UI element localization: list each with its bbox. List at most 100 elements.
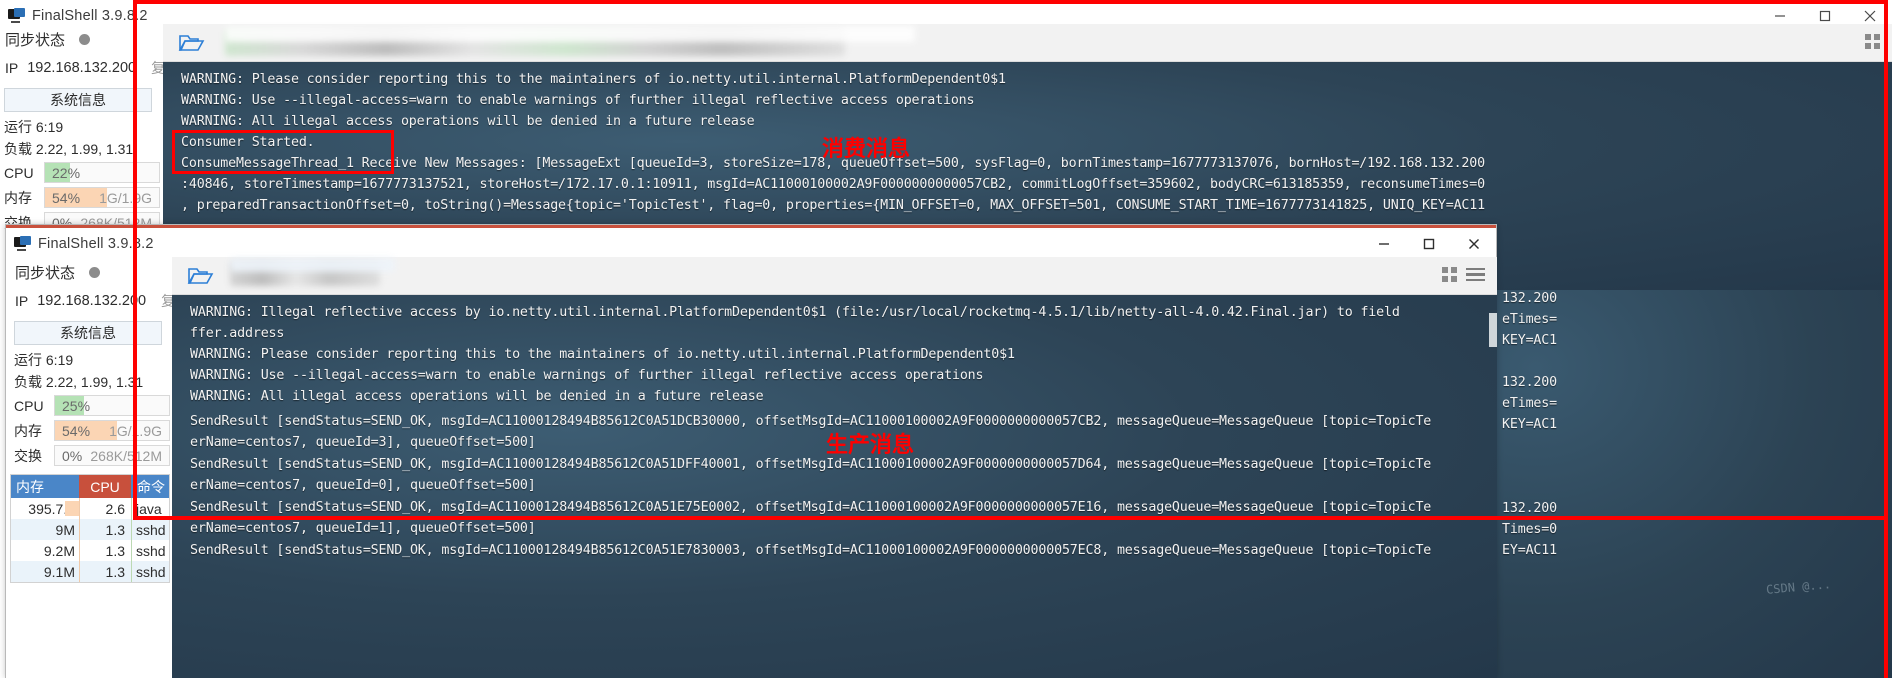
tab-highlight-blurred (230, 258, 395, 272)
process-table-header: 内存 CPU 命令 (11, 475, 169, 498)
terminal-line: erName=centos7, queueId=0], queueOffset=… (190, 478, 536, 493)
cell-cpu: 1.3 (79, 540, 131, 561)
grid-view-icon[interactable] (1442, 267, 1457, 282)
terminal-line: ffer.address (190, 326, 285, 341)
app-title: FinalShell 3.9.8.2 (38, 235, 154, 252)
monitor-icon (8, 8, 25, 23)
terminal-line: :40846, storeTimestamp=1677773137521, st… (181, 177, 1485, 192)
minimize-button[interactable] (1361, 228, 1406, 259)
cell-memory: 395.7... (11, 498, 79, 519)
grid-view-icon[interactable] (1865, 34, 1880, 49)
fragment-line: 132.200 (1502, 291, 1557, 306)
cpu-meter: 22% (44, 162, 160, 183)
terminal-line: WARNING: Please consider reporting this … (181, 72, 1006, 87)
table-row[interactable]: 9.1M 1.3 sshd (11, 561, 169, 582)
scrollbar-thumb[interactable] (1489, 313, 1497, 347)
ip-value: 192.168.132.200 (27, 60, 137, 76)
uptime-row: 运行 6:19 (4, 119, 64, 135)
memory-meter-value: 54% (52, 189, 81, 206)
terminal-output-bottom[interactable]: WARNING: Illegal reflective access by io… (172, 295, 1497, 678)
cell-memory: 9.1M (43, 563, 75, 580)
terminal-pane-bottom: WARNING: Illegal reflective access by io… (172, 257, 1497, 678)
terminal-line: SendResult [sendStatus=SEND_OK, msgId=AC… (190, 457, 1432, 472)
title-left-bottom: FinalShell 3.9.8.2 (6, 236, 154, 252)
terminal-line: Consumer Started. (181, 135, 315, 150)
cell-cpu: 1.3 (79, 519, 131, 540)
swap-meter-value: 0% (62, 447, 83, 464)
sync-status-dot (79, 33, 91, 45)
close-button[interactable] (1451, 228, 1496, 259)
terminal-line: WARNING: Please consider reporting this … (190, 347, 1015, 362)
fragment-line: 132.200 (1502, 501, 1557, 516)
swap-meter-detail: 268K/512M (90, 447, 162, 464)
terminal-line: SendResult [sendStatus=SEND_OK, msgId=AC… (190, 500, 1432, 515)
cell-command: java (131, 498, 169, 519)
cpu-meter-label: CPU (4, 164, 34, 181)
cell-memory: 9.2M (43, 542, 75, 559)
swap-meter-row: 交换 0% 268K/512M (10, 443, 170, 468)
table-row[interactable]: 9M 1.3 sshd (11, 519, 169, 540)
table-row[interactable]: 9.2M 1.3 sshd (11, 540, 169, 561)
screenshot-root: FinalShell 3.9.8.2 同步状态 IP 192.168.132.2… (0, 0, 1892, 678)
folder-open-icon[interactable] (177, 31, 205, 55)
terminal-line: WARNING: All illegal access operations w… (190, 389, 764, 404)
column-header-command[interactable]: 命令 (131, 475, 169, 498)
process-table: 内存 CPU 命令 395.7... 2.6 java 9M 1.3 sshd … (10, 474, 170, 583)
cpu-meter-value: 22% (52, 164, 81, 181)
terminal-line: ConsumeMessageThread_1 Receive New Messa… (181, 156, 1485, 171)
system-info-button[interactable]: 系统信息 (14, 321, 162, 345)
ip-row: IP 192.168.132.200 复制 (10, 287, 189, 315)
ip-label: IP (15, 293, 29, 309)
app-title: FinalShell 3.9.8.2 (32, 7, 148, 24)
tabbar-top (163, 24, 1892, 62)
terminal-line: SendResult [sendStatus=SEND_OK, msgId=AC… (190, 414, 1432, 429)
terminal-line: WARNING: Use --illegal-access=warn to en… (181, 93, 975, 108)
fragment-line: eTimes= (1502, 312, 1557, 327)
terminal-line: SendResult [sendStatus=SEND_OK, msgId=AC… (190, 543, 1432, 558)
memory-meter: 54% 1G/1.9G (44, 187, 160, 208)
terminal-scrollbar[interactable] (1489, 295, 1497, 678)
cell-memory: 9M (55, 521, 75, 538)
fragment-line: eTimes= (1502, 396, 1557, 411)
tab-highlight-blurred (225, 26, 915, 42)
swap-meter: 0% 268K/512M (54, 445, 170, 466)
ip-row: IP 192.168.132.200 复制 (0, 54, 179, 82)
terminal-line: WARNING: All illegal access operations w… (181, 114, 755, 129)
load-average-row: 负载 2.22, 1.99, 1.31 (4, 141, 134, 157)
system-info-button[interactable]: 系统信息 (4, 88, 152, 112)
column-header-cpu[interactable]: CPU (79, 475, 131, 498)
uptime-row: 运行 6:19 (14, 352, 74, 368)
memory-meter-label: 内存 (4, 189, 32, 206)
folder-open-icon[interactable] (186, 264, 214, 288)
terminal-line: WARNING: Use --illegal-access=warn to en… (190, 368, 984, 383)
cell-command: sshd (131, 519, 169, 540)
column-header-memory[interactable]: 内存 (11, 475, 79, 498)
swap-meter-label: 交换 (14, 447, 42, 464)
memory-meter: 54% 1G/1.9G (54, 420, 170, 441)
terminal-right-fragments: 132.200 eTimes= KEY=AC1 132.200 eTimes= … (1496, 290, 1892, 678)
sync-status-row: 同步状态 (10, 257, 170, 287)
watermark: CSDN @... (1765, 577, 1832, 597)
hamburger-menu-icon[interactable] (1466, 267, 1485, 282)
sync-status-label: 同步状态 (5, 31, 66, 49)
terminal-line: , preparedTransactionOffset=0, toString(… (181, 198, 1485, 213)
maximize-button[interactable] (1406, 228, 1451, 259)
sync-status-row: 同步状态 (0, 24, 160, 54)
fragment-line: KEY=AC1 (1502, 333, 1557, 348)
tabbar-icons-bottom (1442, 267, 1485, 282)
terminal-line: WARNING: Illegal reflective access by io… (190, 305, 1400, 320)
table-row[interactable]: 395.7... 2.6 java (11, 498, 169, 519)
memory-meter-label: 内存 (14, 422, 42, 439)
tabbar-bottom (172, 257, 1497, 295)
terminal-line: erName=centos7, queueId=3], queueOffset=… (190, 435, 536, 450)
memory-meter-detail: 1G/1.9G (109, 422, 162, 439)
cpu-meter-row: CPU 22% (0, 160, 160, 185)
ip-label: IP (5, 60, 19, 76)
sidebar-bottom: 同步状态 IP 192.168.132.200 复制 系统信息 运行 6:19 … (10, 257, 189, 677)
fragment-line: Times=0 (1502, 522, 1557, 537)
sync-status-label: 同步状态 (15, 264, 76, 282)
memory-meter-value: 54% (62, 422, 91, 439)
fragment-line: 132.200 (1502, 375, 1557, 390)
ip-value: 192.168.132.200 (37, 293, 147, 309)
load-average-row: 负载 2.22, 1.99, 1.31 (14, 374, 144, 390)
